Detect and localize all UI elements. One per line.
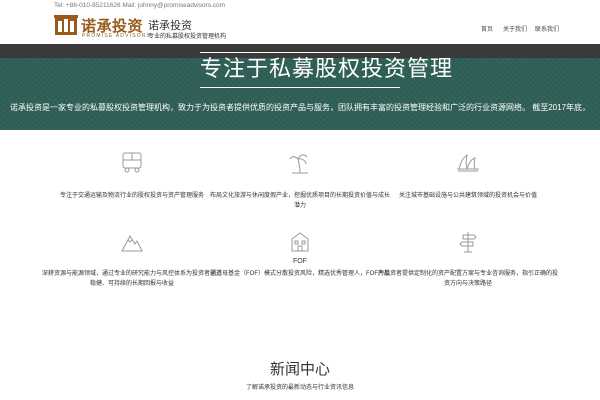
feature-text: 为投资者提供定制化的资产配置方案与专业咨询服务，指引正确的投资方向与决策路径 [378,271,559,287]
palm-tree-icon [289,154,308,174]
feature-text: 深耕资源与能源领域，通过专业的研究能力与风控体系为投资者创造稳健、可持续的长期回… [42,271,223,287]
opera-house-icon [457,153,479,172]
brand-subtitle: 专业的私募股权投资管理机构 [148,34,227,40]
feature-text: 通过母基金（FOF）模式分散投资风险，精选优秀管理人，FOF产品 [210,271,390,277]
contact-info: Tel: +86-010-85211626 Mail: johnny@promi… [54,2,226,9]
feature-item: 深耕资源与能源领域，通过专业的研究能力与风控体系为投资者创造稳健、可持续的长期回… [42,229,222,289]
section-subtitle: 了解诺承投资的最新动态与行业资讯信息 [245,385,354,391]
feature-text: 专注于交通运输及物流行业的股权投资与资产管理服务 [59,193,204,199]
feature-item: 布局文化旅游与休闲度假产业，挖掘优质项目的长期投资价值与成长潜力 [210,149,390,211]
feature-item: FOF 通过母基金（FOF）模式分散投资风险，精选优秀管理人，FOF产品 [210,229,390,279]
site-header: 诺承投资 PROMISE ADVISORS 诺承投资 专业的私募股权投资管理机构… [0,11,600,44]
feature-text: 关注城市基础设施与公共建筑领域的投资机会与价值 [398,193,537,199]
hero-title-frame: 专注于私募股权投资管理 [200,52,454,88]
nav-item-contact[interactable]: 联系我们 [535,24,559,33]
nav-item-home[interactable]: 首页 [481,24,493,33]
nav-item-about[interactable]: 关于我们 [503,24,527,33]
building-icon [291,232,309,252]
logo[interactable]: 诺承投资 PROMISE ADVISORS [54,15,150,42]
logo-icon [54,15,78,35]
feature-text: 布局文化旅游与休闲度假产业，挖掘优质项目的长期投资价值与成长潜力 [210,193,391,209]
feature-title: FOF [293,258,307,265]
section-title: 新闻中心 [269,361,330,378]
bus-icon [122,152,142,173]
feature-item: 专注于交通运输及物流行业的股权投资与资产管理服务 [42,149,222,201]
hero-banner: 专注于私募股权投资管理 诺承投资是一家专业的私募股权投资管理机构，致力于为投资者… [0,44,600,130]
feature-item: 为投资者提供定制化的资产配置方案与专业咨询服务，指引正确的投资方向与决策路径 [378,229,558,289]
mountain-icon [121,235,143,252]
hero-description: 诺承投资是一家专业的私募股权投资管理机构，致力于为投资者提供优质的投资产品与服务… [10,103,590,112]
logo-subtext: PROMISE ADVISORS [82,33,152,39]
hero-title: 专注于私募股权投资管理 [200,56,454,81]
top-contact-bar: Tel: +86-010-85211626 Mail: johnny@promi… [0,0,600,11]
feature-item: 关注城市基础设施与公共建筑领域的投资机会与价值 [378,149,558,201]
signpost-icon [459,232,477,253]
